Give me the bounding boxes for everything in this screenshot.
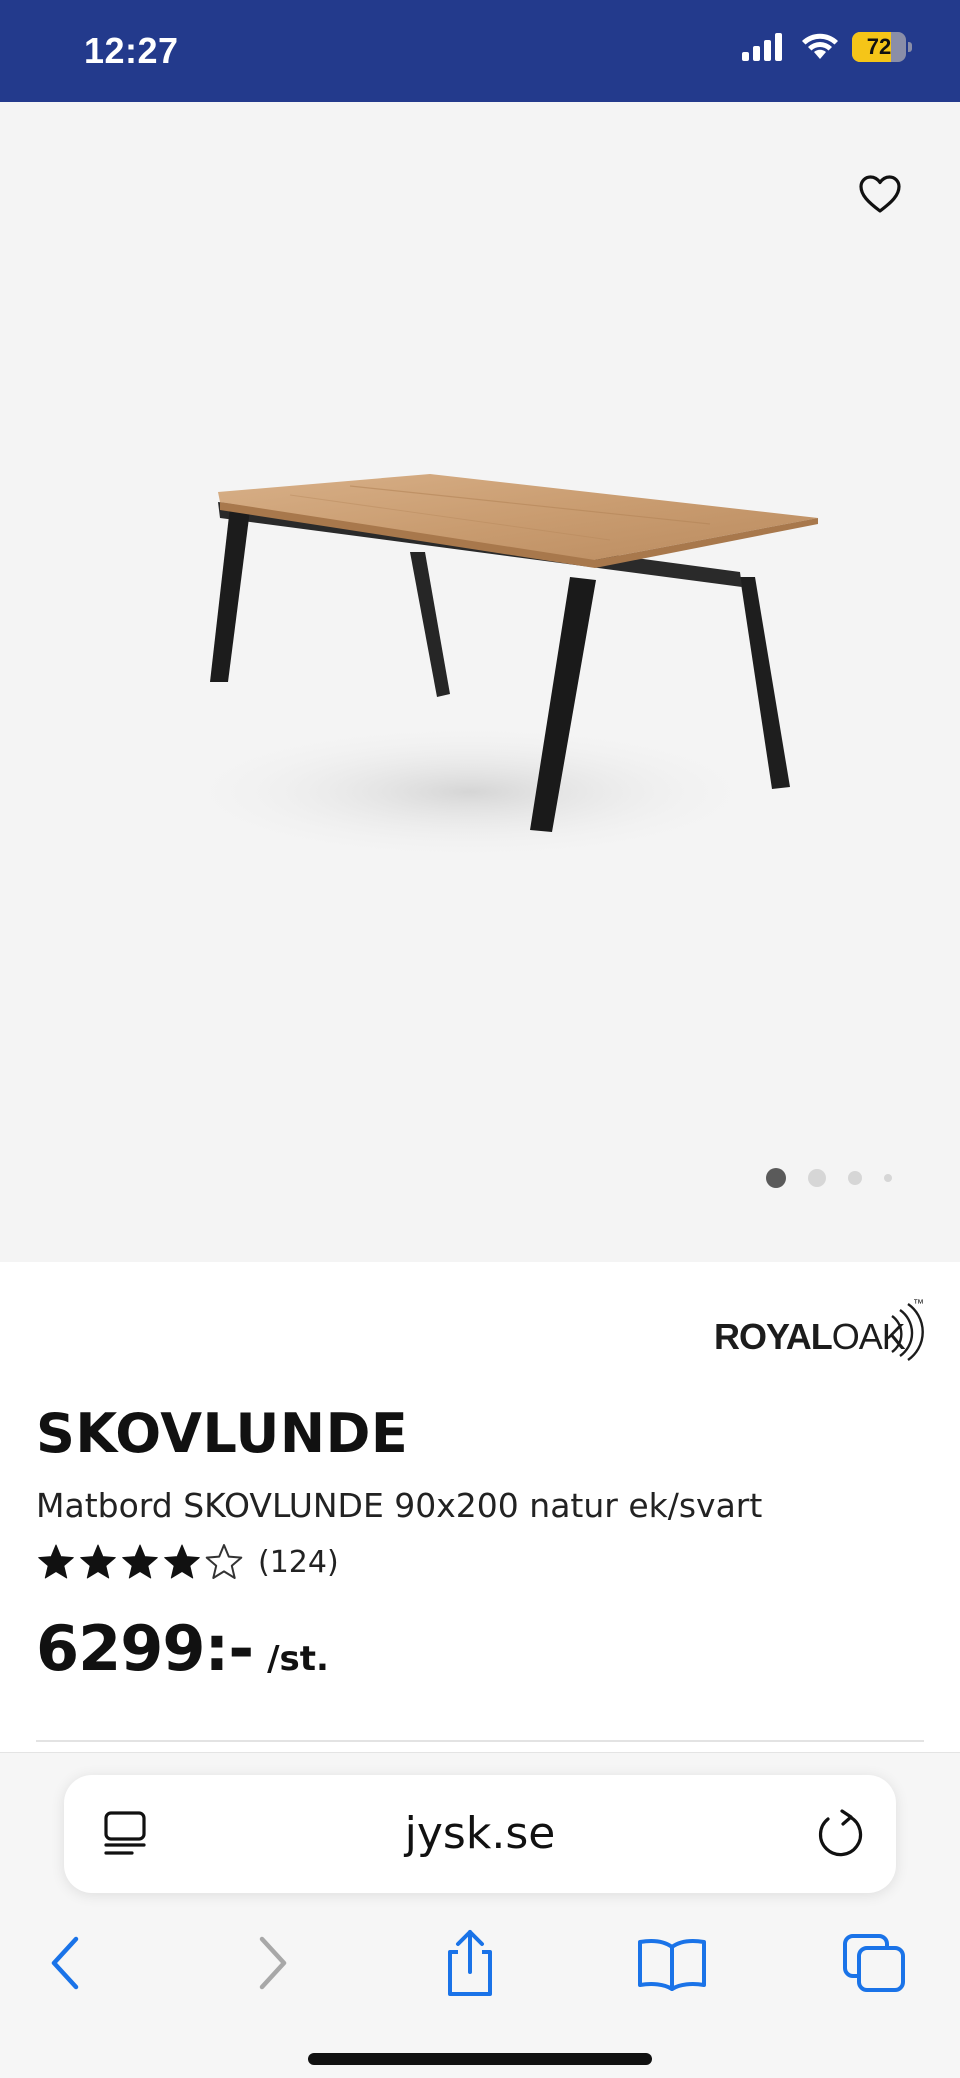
product-description: Matbord SKOVLUNDE 90x200 natur ek/svart <box>36 1486 763 1525</box>
product-gallery[interactable] <box>0 102 960 1262</box>
address-bar[interactable]: jysk.se <box>64 1775 896 1893</box>
price-unit: /st. <box>267 1639 329 1679</box>
pagination-dot[interactable] <box>884 1174 892 1182</box>
forward-icon <box>259 1936 287 1990</box>
reload-icon[interactable] <box>812 1807 866 1861</box>
tabs-icon <box>843 1934 905 1992</box>
pagination-dot[interactable] <box>848 1171 862 1185</box>
battery-icon: 72 <box>852 32 912 62</box>
price-row: 6299:- /st. <box>36 1612 329 1685</box>
signal-icon <box>742 33 782 61</box>
back-icon <box>51 1936 79 1990</box>
star-filled-icon <box>164 1544 200 1579</box>
product-name: SKOVLUNDE <box>36 1402 409 1465</box>
rating-count: (124) <box>258 1544 339 1580</box>
home-indicator[interactable] <box>308 2053 652 2065</box>
url-text[interactable]: jysk.se <box>64 1775 896 1893</box>
share-button[interactable] <box>420 1913 520 2013</box>
product-page: 12:27 72 ROYALOAK ™ SKOVLUNDE Matbord SK… <box>0 0 960 2078</box>
product-image-dining-table[interactable] <box>150 462 830 882</box>
product-price: 6299:- <box>36 1612 254 1685</box>
star-filled-icon <box>122 1544 158 1579</box>
forward-button[interactable] <box>222 1913 322 2013</box>
brand-logo-swoosh <box>891 1303 924 1361</box>
wifi-icon <box>802 33 838 59</box>
tabs-button[interactable] <box>824 1913 924 2013</box>
bookmarks-icon <box>638 1939 706 1991</box>
bookmarks-button[interactable] <box>622 1913 722 2013</box>
wishlist-button[interactable] <box>852 166 908 222</box>
browser-toolbar <box>0 1913 960 2013</box>
rating-stars <box>36 1542 244 1582</box>
divider <box>36 1740 924 1742</box>
heart-outline-icon <box>859 175 901 213</box>
product-rating[interactable]: (124) <box>36 1542 339 1582</box>
status-icons: 72 <box>740 32 912 62</box>
star-filled-icon <box>38 1544 74 1579</box>
brand-logo-royal-oak: ROYALOAK ™ <box>714 1298 924 1364</box>
status-time: 12:27 <box>84 30 179 71</box>
pagination-dot[interactable] <box>808 1169 826 1187</box>
battery-level: 72 <box>866 34 892 59</box>
brand-logo-tm: ™ <box>913 1298 924 1310</box>
browser-chrome: jysk.se <box>0 1752 960 2078</box>
gallery-pagination[interactable] <box>766 1168 892 1188</box>
share-icon <box>448 1930 492 1996</box>
status-bar: 12:27 72 <box>0 0 960 102</box>
pagination-dot[interactable] <box>766 1168 786 1188</box>
back-button[interactable] <box>16 1913 116 2013</box>
star-outline-icon <box>205 1544 243 1579</box>
star-filled-icon <box>80 1544 116 1579</box>
